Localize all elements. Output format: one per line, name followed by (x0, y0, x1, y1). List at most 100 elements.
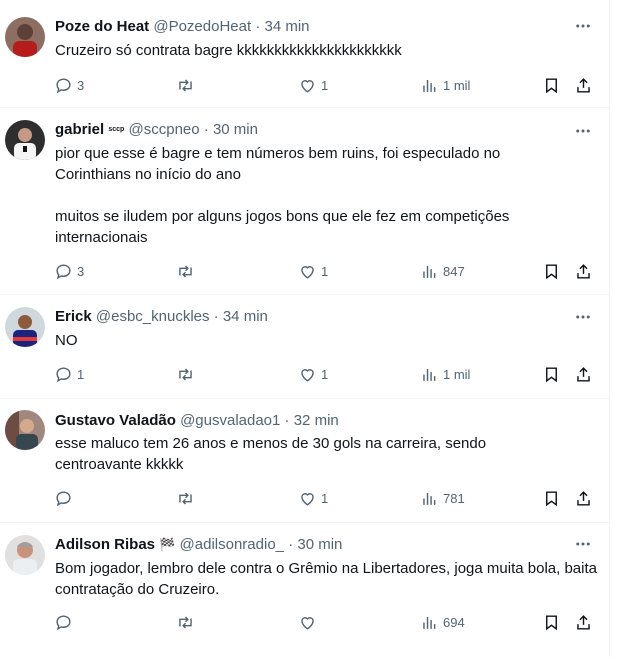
club-badge: sccp (108, 126, 125, 133)
author-handle[interactable]: @gusvaladao1 (180, 412, 280, 429)
bookmark-icon (546, 77, 557, 93)
avatar[interactable] (5, 120, 45, 160)
reply-button[interactable]: 1 (54, 364, 84, 384)
action-bar: 3 1 847 (54, 261, 599, 281)
timestamp[interactable]: 32 min (294, 412, 339, 429)
tweet-paragraph: muitos se iludem por alguns jogos bons q… (55, 208, 510, 246)
retweet-button[interactable] (176, 75, 199, 95)
author-handle[interactable]: @PozedoHeat (153, 18, 251, 35)
bookmark-button[interactable] (542, 364, 561, 384)
tweet[interactable]: gabriel sccp @sccpneo · 30 min pior que … (0, 108, 609, 295)
avatar[interactable] (5, 17, 45, 57)
reply-count: 3 (77, 77, 85, 93)
reply-button[interactable] (54, 612, 77, 632)
share-button[interactable] (574, 488, 593, 508)
retweet-button[interactable] (176, 488, 199, 508)
bookmark-button[interactable] (542, 261, 561, 281)
more-icon[interactable] (574, 535, 592, 553)
timestamp[interactable]: 30 min (297, 536, 342, 553)
author-handle[interactable]: @adilsonradio_ (180, 536, 284, 553)
avatar[interactable] (5, 535, 45, 575)
like-button[interactable]: 1 (298, 488, 328, 508)
tweet-text: NO (55, 330, 600, 351)
bookmark-button[interactable] (542, 612, 561, 632)
like-icon (301, 616, 314, 630)
like-icon (301, 368, 314, 382)
action-bar: 1 781 (54, 488, 599, 508)
like-count: 1 (321, 77, 329, 93)
timestamp[interactable]: 30 min (213, 121, 258, 138)
views-button[interactable]: 694 (420, 612, 465, 632)
more-icon[interactable] (574, 308, 592, 326)
like-count: 1 (321, 263, 329, 279)
tweet[interactable]: Poze do Heat @PozedoHeat · 34 min Cruzei… (0, 0, 609, 108)
author-name[interactable]: Erick (55, 308, 92, 325)
tweet[interactable]: Adilson Ribas 🏁 @adilsonradio_ · 30 min … (0, 523, 609, 657)
like-button[interactable]: 1 (298, 75, 328, 95)
views-button[interactable]: 781 (420, 488, 465, 508)
author-handle[interactable]: @sccpneo (129, 121, 200, 138)
like-button[interactable]: 1 (298, 261, 328, 281)
author-handle[interactable]: @esbc_knuckles (96, 308, 210, 325)
retweet-button[interactable] (176, 364, 199, 384)
retweet-button[interactable] (176, 612, 199, 632)
reply-button[interactable]: 3 (54, 261, 84, 281)
share-button[interactable] (574, 261, 593, 281)
tweet-paragraph: esse maluco tem 26 anos e menos de 30 go… (55, 435, 487, 473)
author-name[interactable]: Adilson Ribas (55, 536, 155, 553)
action-bar: 694 (54, 612, 599, 632)
bookmark-button[interactable] (542, 75, 561, 95)
reply-icon (56, 366, 71, 382)
bookmark-button[interactable] (542, 488, 561, 508)
timestamp[interactable]: 34 min (265, 18, 310, 35)
tweet[interactable]: Gustavo Valadão @gusvaladao1 · 32 min es… (0, 399, 609, 523)
author-name[interactable]: Gustavo Valadão (55, 412, 176, 429)
avatar[interactable] (5, 307, 45, 347)
tweet-text: esse maluco tem 26 anos e menos de 30 go… (55, 433, 525, 475)
action-bar: 3 1 1 mil (54, 75, 599, 95)
views-button[interactable]: 1 mil (420, 75, 470, 95)
reply-count: 3 (77, 263, 85, 279)
share-button[interactable] (574, 75, 593, 95)
bookmark-icon (546, 263, 557, 279)
views-count: 1 mil (443, 77, 471, 93)
author-name[interactable]: gabriel (55, 121, 104, 138)
action-bar: 1 1 1 mil (54, 364, 599, 384)
checkered-flag-badge: 🏁 (159, 537, 176, 552)
tweet-paragraph: NO (55, 332, 78, 349)
retweet-button[interactable] (176, 261, 199, 281)
reply-button[interactable]: 3 (54, 75, 84, 95)
reply-icon (56, 614, 71, 630)
tweet-paragraph: Cruzeiro só contrata bagre kkkkkkkkkkkkk… (55, 42, 402, 59)
reply-icon (56, 490, 71, 506)
like-icon (301, 492, 314, 506)
bookmark-icon (546, 614, 557, 630)
author-name[interactable]: Poze do Heat (55, 18, 149, 35)
more-icon[interactable] (574, 17, 592, 35)
views-button[interactable]: 1 mil (420, 364, 470, 384)
like-icon (301, 79, 314, 93)
views-button[interactable]: 847 (420, 261, 465, 281)
timestamp[interactable]: 34 min (223, 308, 268, 325)
reply-count: 1 (77, 366, 85, 382)
separator: · (203, 121, 209, 138)
avatar[interactable] (5, 410, 45, 450)
reply-button[interactable] (54, 488, 77, 508)
share-button[interactable] (574, 612, 593, 632)
tweet[interactable]: Erick @esbc_knuckles · 34 min NO 1 1 1 m… (0, 295, 609, 399)
like-button[interactable]: 1 (298, 364, 328, 384)
views-icon (423, 265, 436, 278)
share-icon (577, 366, 590, 382)
views-icon (423, 368, 436, 381)
separator: · (284, 412, 290, 429)
retweet-icon (179, 491, 192, 505)
share-button[interactable] (574, 364, 593, 384)
share-icon (577, 77, 590, 93)
more-icon[interactable] (574, 122, 592, 140)
like-button[interactable] (298, 612, 321, 632)
separator: · (213, 308, 219, 325)
retweet-icon (179, 367, 192, 381)
views-count: 694 (443, 614, 465, 630)
like-count: 1 (321, 490, 329, 506)
views-count: 781 (443, 490, 465, 506)
